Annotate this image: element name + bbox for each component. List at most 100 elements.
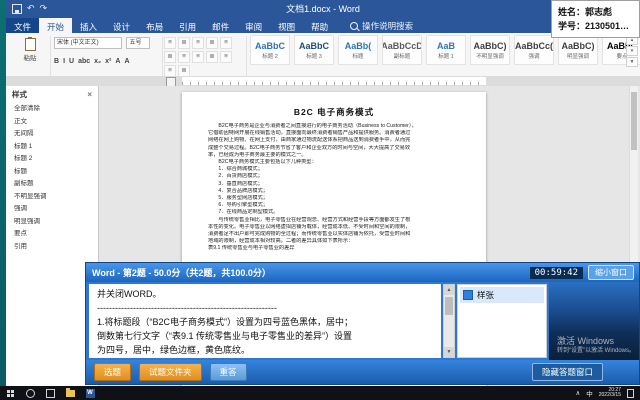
paragraph-format-icon[interactable]: ≡	[192, 37, 204, 49]
ribbon-tab[interactable]: 布局	[138, 18, 171, 33]
tell-me-search[interactable]: 操作说明搜索	[350, 18, 413, 33]
font-format-icon[interactable]: B	[54, 58, 59, 65]
font-format-icon[interactable]: I	[63, 58, 65, 65]
style-list-item[interactable]: 不明显强调	[6, 191, 98, 204]
paragraph-format-icon[interactable]: ≡	[220, 37, 232, 49]
paragraph-format-icon[interactable]: ≡	[178, 51, 190, 63]
taskbar: W ∧ 中 20:27 2022/3/15	[0, 386, 640, 400]
tray-chevron-icon[interactable]: ∧	[575, 389, 580, 397]
font-group: 宋体 (中文正文) 五号 BIUabc x₂ x² AA	[54, 36, 158, 65]
doc-line: B2C电子商务模式主要包括以下几种类型：	[208, 159, 460, 166]
style-list-item[interactable]: 标题 1	[6, 141, 98, 154]
style-tile[interactable]: AaBbC 标题 3	[294, 35, 334, 65]
exam-folder-button[interactable]: 试题文件夹	[139, 363, 202, 381]
shrink-window-button[interactable]: 缩小窗口	[588, 265, 634, 280]
gallery-more-icon[interactable]: ▼	[626, 57, 638, 67]
font-format-icon[interactable]: A	[115, 58, 120, 65]
scroll-up-icon[interactable]: ▲	[444, 285, 454, 295]
style-tile[interactable]: AaBbCcD 副标题	[382, 35, 422, 65]
ribbon-tab[interactable]: 视图	[270, 18, 303, 33]
style-label: 标题 1	[438, 52, 454, 60]
activate-windows-watermark: 激活 Windows 转到“设置”以激活 Windows。	[557, 336, 635, 355]
exam-timer: 00:59:42	[530, 267, 583, 279]
style-sample: AaBbC	[255, 41, 285, 52]
font-name-combo[interactable]: 宋体 (中文正文)	[54, 37, 122, 49]
font-format-icon[interactable]: U	[69, 58, 74, 65]
tab-file[interactable]: 文件	[6, 18, 39, 33]
desktop-region: 激活 Windows 转到“设置”以激活 Windows。	[549, 282, 639, 360]
file-explorer-button[interactable]	[60, 386, 80, 400]
style-tile[interactable]: AaBb( 标题	[338, 35, 378, 65]
search-icon	[26, 389, 35, 398]
ribbon-tab[interactable]: 设计	[105, 18, 138, 33]
name-value: 郭志彪	[585, 7, 612, 17]
select-question-button[interactable]: 选题	[94, 363, 131, 381]
redo-button[interactable]: 重答	[210, 363, 247, 381]
doc-line: B2C电子商务是企业与消费者之间直接进行的电子商务活动（Business to …	[208, 123, 460, 130]
style-list-item[interactable]: 副标题	[6, 178, 98, 191]
examinee-name-row: 姓名：郭志彪	[558, 5, 633, 19]
style-list-item[interactable]: 标题	[6, 166, 98, 179]
notification-icon[interactable]	[627, 389, 634, 398]
style-list-item[interactable]: 要点	[6, 228, 98, 241]
paragraph-format-icon[interactable]: ≡	[220, 51, 232, 63]
scrollbar-thumb[interactable]	[631, 92, 637, 150]
font-format-icon[interactable]: A	[124, 58, 129, 65]
style-list-item[interactable]: 全部清除	[6, 103, 98, 116]
start-button[interactable]	[0, 386, 20, 400]
taskbar-clock[interactable]: 20:27 2022/3/15	[599, 388, 621, 399]
question-scrollbar[interactable]: ▲ ▼	[443, 284, 455, 358]
style-sample: AaBbCc(	[515, 41, 553, 52]
style-sample: AaBbCcD	[382, 41, 422, 52]
doc-line: 本性的变化。电子零售业以网络虚拟店铺为载体，经营成本低、不受时间和空间的限制，	[208, 224, 460, 231]
exam-panel: Word - 第2题 - 50.0分（共2题，共100.0分） 00:59:42…	[85, 262, 640, 385]
font-format-icon[interactable]: x₂	[94, 58, 101, 65]
sample-item[interactable]: 样张	[460, 287, 544, 303]
ribbon-tab[interactable]: 引用	[171, 18, 204, 33]
style-tile[interactable]: AaBbC) 不明显强调	[470, 35, 510, 65]
paragraph-format-icon[interactable]: ≣	[178, 37, 190, 49]
font-format-icon[interactable]: abc	[78, 58, 90, 65]
style-tile[interactable]: AaB 标题 1	[426, 35, 466, 65]
ribbon-tab[interactable]: 邮件	[204, 18, 237, 33]
taskbar-search-button[interactable]	[20, 386, 40, 400]
style-list-item[interactable]: 标题 2	[6, 153, 98, 166]
style-list-item[interactable]: 引用	[6, 241, 98, 254]
paragraph-format-icon[interactable]: ≡	[164, 37, 176, 49]
paragraph-format-icon[interactable]: ≣	[206, 37, 218, 49]
style-tile[interactable]: AaBbC) 明显强调	[558, 35, 598, 65]
ribbon-tab[interactable]: 帮助	[303, 18, 336, 33]
style-tile[interactable]: AaBbC 标题 2	[250, 35, 290, 65]
style-tile[interactable]: AaBbCc( 强调	[514, 35, 554, 65]
task-view-button[interactable]	[40, 386, 60, 400]
hide-window-button[interactable]: 隐藏答题窗口	[532, 363, 603, 381]
ime-indicator[interactable]: 中	[586, 388, 593, 398]
ribbon-tabs: 文件 开始 插入 设计 布局 引用 邮件 审阅 视图	[6, 18, 640, 33]
search-icon	[350, 22, 358, 30]
style-list-item[interactable]: 正文	[6, 116, 98, 129]
scrollbar-thumb[interactable]	[445, 297, 453, 315]
gallery-scroll-down-icon[interactable]: ▾	[626, 46, 638, 56]
scroll-down-icon[interactable]: ▼	[444, 347, 454, 357]
style-list-item[interactable]: 明显强调	[6, 216, 98, 229]
style-label: 标题 3	[306, 52, 322, 60]
ribbon-tab[interactable]: 插入	[72, 18, 105, 33]
paragraph-format-icon[interactable]: ≣	[206, 51, 218, 63]
paragraph-format-icon[interactable]: ≣	[164, 51, 176, 63]
font-format-icon[interactable]: x²	[105, 58, 111, 65]
style-label: 副标题	[394, 52, 411, 60]
style-sample: AaBbC)	[474, 41, 507, 52]
doc-line: 7．在线商品定制型模式。	[208, 209, 460, 216]
word-taskbar-button[interactable]: W	[80, 386, 100, 400]
style-list-item[interactable]: 无间隔	[6, 128, 98, 141]
sample-pane: 样张	[457, 284, 547, 358]
ribbon-tab[interactable]: 审阅	[237, 18, 270, 33]
style-list-item[interactable]: 强调	[6, 203, 98, 216]
style-sample: AaBb(	[345, 41, 372, 52]
font-size-combo[interactable]: 五号	[126, 37, 150, 49]
ribbon-tab[interactable]: 开始	[39, 18, 72, 33]
paragraph-format-icon[interactable]: ≡	[192, 51, 204, 63]
close-icon[interactable]: ×	[87, 90, 92, 99]
paste-button[interactable]: 粘贴	[14, 36, 46, 63]
examinee-info-card: 姓名：郭志彪 学号：2130501…	[551, 0, 640, 38]
